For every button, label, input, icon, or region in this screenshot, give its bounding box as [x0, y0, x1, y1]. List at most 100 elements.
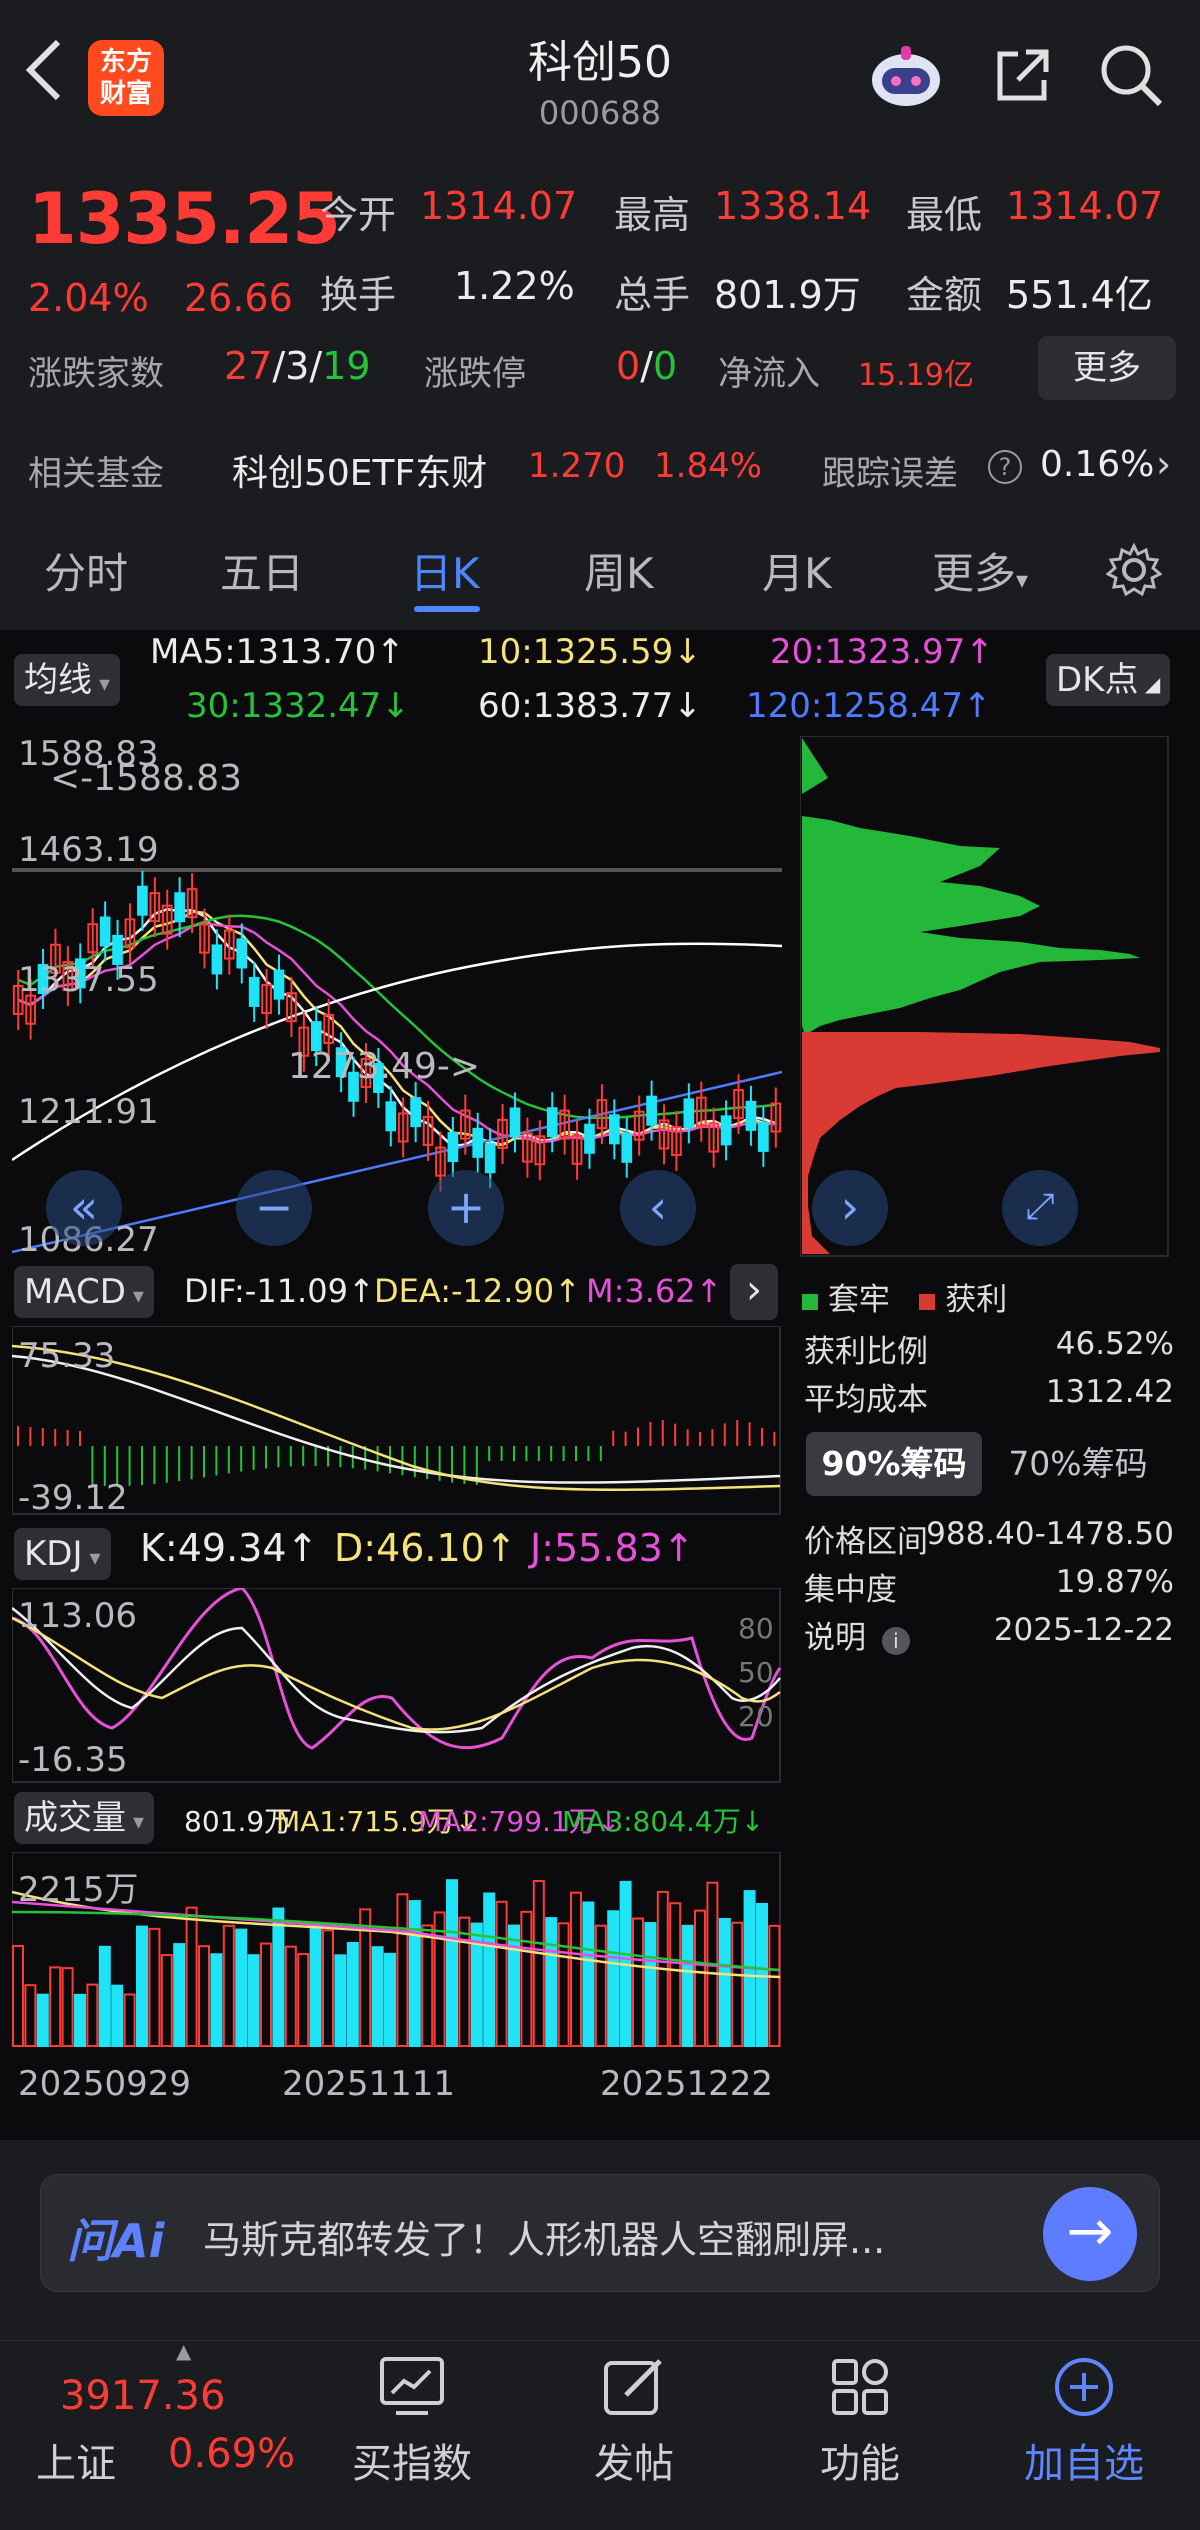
volume-bar	[272, 1907, 285, 2047]
volume-bar	[384, 1952, 396, 2047]
arrow-right-icon[interactable]: →	[1043, 2187, 1137, 2281]
fast-back-icon[interactable]: «	[46, 1170, 122, 1246]
ask-ai-logo: 问Ai	[67, 2214, 165, 2268]
max-annotation: <-1588.83	[50, 758, 243, 799]
volume-bar	[334, 1954, 347, 2047]
tab-daily-k[interactable]: 日K	[410, 540, 480, 601]
kdj-j: J:55.83↑	[530, 1526, 695, 1570]
nav-add-watchlist[interactable]: 加自选	[984, 2341, 1184, 2489]
date-label: 20251111	[282, 2064, 456, 2104]
breadth-values: 27/3/19	[224, 344, 371, 388]
ma120-value: 120:1258.47↑	[746, 686, 992, 726]
volume-bar	[346, 1941, 359, 2047]
tab-intraday[interactable]: 分时	[44, 540, 128, 601]
volume-bar	[508, 1924, 520, 2047]
help-icon[interactable]: ?	[988, 450, 1022, 484]
turnover-label: 换手	[320, 273, 397, 317]
candle-body	[608, 1114, 620, 1145]
volume-bar	[408, 1900, 421, 2048]
nav-post[interactable]: 发帖	[534, 2341, 734, 2489]
volume-bar	[24, 1984, 37, 2048]
volume-bar	[61, 1967, 74, 2047]
tab-weekly-k[interactable]: 周K	[584, 540, 654, 601]
fund-price: 1.270	[528, 446, 626, 486]
ask-ai-bar[interactable]: 问Ai 马斯克都转发了！人形机器人空翻刷屏... →	[40, 2174, 1160, 2292]
open-label: 今开	[320, 193, 397, 237]
ma-selector[interactable]: 均线 ▾	[14, 654, 121, 706]
chip-tab-70[interactable]: 70%筹码	[990, 1432, 1166, 1496]
dk-point-button[interactable]: DK点 ◢	[1046, 654, 1171, 706]
zoom-out-icon[interactable]: −	[236, 1170, 312, 1246]
volume-bar	[458, 1916, 471, 2048]
chevron-right-icon[interactable]: ›	[1156, 442, 1171, 486]
volume-bar	[607, 1910, 620, 2048]
volume-bar	[483, 1892, 496, 2047]
kdj-right-tick: 20	[738, 1700, 774, 1733]
index-name[interactable]: 上证	[36, 2431, 116, 2489]
nav-functions[interactable]: 功能	[760, 2341, 960, 2489]
candle-body	[410, 1097, 421, 1128]
tab-monthly-k[interactable]: 月K	[762, 540, 832, 601]
profit-ratio-row: 获利比例 46.52%	[804, 1326, 1174, 1370]
zoom-in-icon[interactable]: +	[428, 1170, 504, 1246]
macd-y-tick: 75.33	[18, 1336, 116, 1376]
expand-icon[interactable]: ⤢	[1002, 1170, 1078, 1246]
kdj-selector[interactable]: KDJ ▾	[14, 1528, 111, 1580]
volume-bar	[247, 1954, 260, 2047]
low-label: 最低	[906, 193, 983, 237]
kline-y-tick: 1463.19	[18, 830, 159, 870]
index-value[interactable]: 3917.36	[60, 2373, 225, 2419]
volume-bar	[111, 1984, 124, 2048]
candle-body	[99, 916, 111, 947]
search-icon[interactable]	[1098, 42, 1164, 108]
ma5-value: MA5:1313.70↑	[150, 632, 405, 672]
volume-bar	[222, 1924, 235, 2047]
ma20-value: 20:1323.97↑	[770, 632, 994, 672]
share-icon[interactable]	[990, 44, 1054, 108]
tab-five-day[interactable]: 五日	[220, 540, 304, 601]
macd-selector[interactable]: MACD ▾	[14, 1266, 154, 1318]
volume-bar	[86, 1983, 99, 2048]
volume-bar	[718, 1917, 731, 2047]
volume-bar	[160, 1954, 173, 2047]
low-value: 1314.07	[1006, 184, 1164, 228]
volume-bar	[74, 1993, 86, 2048]
volume-bar	[284, 1945, 297, 2047]
tracking-label: 跟踪误差	[822, 454, 958, 494]
chip-tab-90[interactable]: 90%筹码	[806, 1432, 982, 1496]
candle-body	[174, 892, 186, 923]
candle-body	[621, 1132, 633, 1163]
candle-body	[546, 1107, 558, 1138]
fund-name[interactable]: 科创50ETF东财	[232, 444, 487, 496]
volume-bar	[123, 1993, 136, 2047]
candle-body	[720, 1115, 732, 1146]
candle-body	[248, 976, 260, 1007]
volume-bar	[396, 1893, 409, 2047]
ma60-value: 60:1383.77↓	[478, 686, 702, 726]
info-icon[interactable]: i	[881, 1627, 910, 1655]
volume-bar	[173, 1943, 186, 2047]
volume-bar	[421, 1924, 434, 2047]
candle-body	[472, 1127, 484, 1158]
plus-circle-icon	[1055, 2358, 1113, 2416]
note-row: 说明 i 2025-12-22	[804, 1612, 1174, 1656]
volume-bar	[309, 1924, 322, 2047]
chip-scroll-right-icon[interactable]: ›	[812, 1170, 888, 1246]
kdj-right-tick: 50	[738, 1656, 774, 1689]
more-button[interactable]: 更多	[1038, 336, 1176, 400]
tab-more[interactable]: 更多▾	[932, 540, 1028, 601]
kdj-y-tick: 113.06	[18, 1596, 137, 1636]
change-absolute: 26.66	[184, 276, 293, 320]
volume-bar	[446, 1879, 458, 2048]
volume-selector[interactable]: 成交量 ▾	[14, 1792, 155, 1844]
scroll-left-icon[interactable]: ‹	[620, 1170, 696, 1246]
candle-body	[683, 1098, 695, 1129]
tracking-value: 0.16%	[1040, 444, 1155, 485]
settings-gear-icon[interactable]	[1106, 542, 1162, 598]
volume-bar	[136, 1925, 148, 2047]
nav-buy-index[interactable]: 买指数	[312, 2341, 512, 2489]
expand-panel-icon[interactable]: ›	[730, 1264, 778, 1320]
volume-bar	[644, 1922, 657, 2047]
volume-bar	[260, 1942, 272, 2047]
robot-assistant-icon[interactable]	[868, 38, 944, 114]
